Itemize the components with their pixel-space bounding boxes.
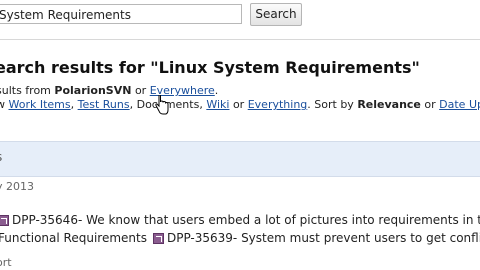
- result-item-id[interactable]: DPP-35639: [167, 231, 233, 245]
- source-prefix: sults from: [0, 84, 51, 97]
- result-item[interactable]: DPP-35646 - We know that users embed a l…: [0, 213, 480, 227]
- result-item[interactable]: Functional Requirements DPP-35639 - Syst…: [0, 231, 480, 245]
- filter-work-items-link[interactable]: Work Items: [9, 98, 71, 111]
- comma: ,: [70, 98, 75, 111]
- results-source-line: sults from PolarionSVN or Everywhere.: [0, 84, 218, 97]
- hand-cursor-icon: [155, 95, 169, 115]
- result-item-prefix: Functional Requirements: [0, 231, 147, 245]
- comma: ,: [129, 98, 134, 111]
- result-group-header: s: [0, 141, 480, 177]
- filter-wiki-link[interactable]: Wiki: [206, 98, 229, 111]
- sort-relevance-current: Relevance: [357, 98, 421, 111]
- repo-name: PolarionSVN: [54, 84, 132, 97]
- result-date: y 2013: [0, 180, 35, 193]
- group-header-text: s: [0, 150, 2, 164]
- comma: ,: [199, 98, 203, 111]
- result-item-id[interactable]: DPP-35646: [12, 213, 78, 227]
- or-text: or: [424, 98, 436, 111]
- sort-date-updated-link[interactable]: Date Update: [439, 98, 480, 111]
- result-footer-text: ort: [0, 256, 12, 269]
- filter-everything-link[interactable]: Everything: [248, 98, 308, 111]
- results-filter-line: w Work Items, Test Runs, Documents, Wiki…: [0, 98, 480, 111]
- search-input[interactable]: System Requirements: [0, 4, 242, 24]
- search-button[interactable]: Search: [250, 3, 302, 26]
- work-item-icon: [0, 214, 9, 226]
- show-prefix: w: [0, 98, 5, 111]
- result-item-text: - We know that users embed a lot of pict…: [77, 213, 480, 227]
- filter-test-runs-link[interactable]: Test Runs: [78, 98, 130, 111]
- search-results-page: System Requirements Search earch results…: [0, 0, 480, 270]
- or-text: or: [134, 84, 147, 97]
- results-title: earch results for "Linux System Requirem…: [0, 58, 420, 77]
- search-bar: System Requirements Search: [0, 0, 480, 40]
- period-text: .: [214, 84, 219, 97]
- sort-label: . Sort by: [307, 98, 354, 111]
- work-item-icon: [152, 232, 164, 244]
- or-text: or: [232, 98, 245, 111]
- result-item-text: - System must prevent users to get confl…: [232, 231, 480, 245]
- top-divider: [0, 39, 480, 40]
